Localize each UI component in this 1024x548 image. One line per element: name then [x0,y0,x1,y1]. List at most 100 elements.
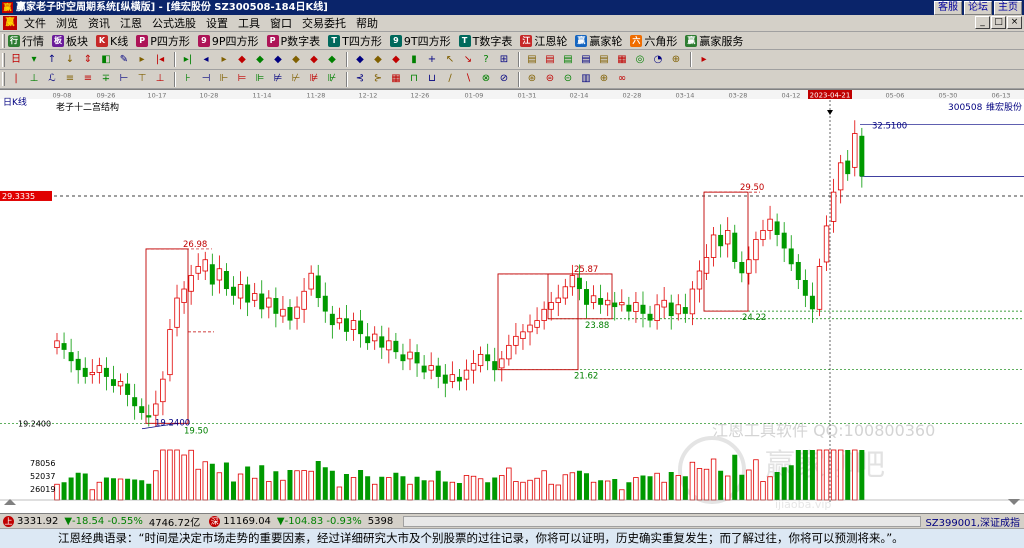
draw-tool-1-icon[interactable]: ▾ [26,52,42,68]
gann-tool-25-icon[interactable]: ⊗ [478,71,494,87]
draw-tool-33-icon[interactable]: ◎ [632,52,648,68]
gann-tool-29-icon[interactable]: ⊝ [560,71,576,87]
toolbar-button-quote-grid[interactable]: 行行情 [8,33,44,49]
draw-tool-25-icon[interactable]: ? [478,52,494,68]
minimize-icon[interactable]: _ [975,16,990,29]
menu-news[interactable]: 资讯 [83,15,115,32]
menu-gann[interactable]: 江恩 [115,15,147,32]
menu-formula-select[interactable]: 公式选股 [147,15,201,32]
gann-tool-32-icon[interactable]: ∞ [614,71,630,87]
draw-tool-9-icon[interactable]: ▸| [180,52,196,68]
gann-tool-22-icon[interactable]: ⊔ [424,71,440,87]
draw-tool-8-icon[interactable]: |◂ [152,52,168,68]
gann-tool-15-icon[interactable]: ⊬ [288,71,304,87]
draw-tool-19-icon[interactable]: ◆ [370,52,386,68]
gann-tool-18-icon[interactable]: ⊰ [352,71,368,87]
draw-tool-24-icon[interactable]: ↘ [460,52,476,68]
gann-tool-20-icon[interactable]: ▦ [388,71,404,87]
draw-tool-11-icon[interactable]: ▸ [216,52,232,68]
toolbar-button-t-square[interactable]: T T四方形 [328,33,382,49]
toolbar-button-service[interactable]: 赢赢家服务 [685,33,743,49]
draw-tool-34-icon[interactable]: ◔ [650,52,666,68]
status-scroll[interactable] [403,515,922,527]
gann-tool-6-icon[interactable]: ⊢ [116,71,132,87]
menu-help[interactable]: 帮助 [351,15,383,32]
gann-tool-23-icon[interactable]: ∕ [442,71,458,87]
toolbar-button-sector[interactable]: 板板块 [52,33,88,49]
toolbar-button-9t-square[interactable]: 9 9T四方形 [389,33,451,49]
menu-window[interactable]: 窗口 [265,15,297,32]
menu-logo-icon[interactable]: 赢 [3,16,17,30]
draw-tool-16-icon[interactable]: ◆ [306,52,322,68]
gann-tool-4-icon[interactable]: ≡ [80,71,96,87]
restore-icon[interactable]: □ [991,16,1006,29]
gann-tool-0-icon[interactable]: | [8,71,24,87]
gann-tool-13-icon[interactable]: ⊫ [252,71,268,87]
draw-tool-29-icon[interactable]: ▤ [560,52,576,68]
gann-tool-2-icon[interactable]: ℒ [44,71,60,87]
draw-tool-13-icon[interactable]: ◆ [252,52,268,68]
gann-tool-8-icon[interactable]: ⊥ [152,71,168,87]
gann-tool-7-icon[interactable]: ⊤ [134,71,150,87]
gann-tool-28-icon[interactable]: ⊜ [542,71,558,87]
draw-tool-10-icon[interactable]: ◂ [198,52,214,68]
draw-tool-21-icon[interactable]: ▮ [406,52,422,68]
draw-tool-22-icon[interactable]: + [424,52,440,68]
draw-tool-27-icon[interactable]: ▤ [524,52,540,68]
draw-tool-17-icon[interactable]: ◆ [324,52,340,68]
toolbar-button-winner-wheel[interactable]: 赢赢家轮 [575,33,622,49]
toolbar-button-9p-square[interactable]: 9 9P四方形 [197,33,259,49]
draw-tool-35-icon[interactable]: ⊕ [668,52,684,68]
gann-tool-12-icon[interactable]: ⊨ [234,71,250,87]
gann-tool-30-icon[interactable]: ▥ [578,71,594,87]
draw-tool-26-icon[interactable]: ⊞ [496,52,512,68]
kline-chart-canvas[interactable]: 09-08 09-26 10-17 10-28 11-14 11-28 12-12 12-26… [0,90,1024,514]
gann-tool-1-icon[interactable]: ⊥ [26,71,42,87]
toolbar-button-kline[interactable]: K K线 [96,33,128,49]
toolbar-button-hexagon[interactable]: 六六角形 [630,33,677,49]
draw-tool-30-icon[interactable]: ▤ [578,52,594,68]
gann-tool-16-icon[interactable]: ⊯ [306,71,322,87]
draw-tool-7-icon[interactable]: ▸ [134,52,150,68]
gann-tool-17-icon[interactable]: ⊮ [324,71,340,87]
gann-tool-5-icon[interactable]: ∓ [98,71,114,87]
toolbar-grip[interactable] [2,33,5,48]
menu-tools[interactable]: 工具 [233,15,265,32]
draw-tool-0-icon[interactable]: 日 [8,52,24,68]
gann-tool-24-icon[interactable]: ∖ [460,71,476,87]
draw-tool-15-icon[interactable]: ◆ [288,52,304,68]
homepage-link[interactable]: 主页 [994,1,1022,15]
gann-tool-31-icon[interactable]: ⊕ [596,71,612,87]
draw-tool-12-icon[interactable]: ◆ [234,52,250,68]
gann-tool-9-icon[interactable]: ⊦ [180,71,196,87]
gann-tool-26-icon[interactable]: ⊘ [496,71,512,87]
draw-tool-2-icon[interactable]: ↑ [44,52,60,68]
kline-chart[interactable]: 09-08 09-26 10-17 10-28 11-14 11-28 12-12 12-26… [0,89,1024,513]
gann-tool-21-icon[interactable]: ⊓ [406,71,422,87]
gann-tool-11-icon[interactable]: ⊩ [216,71,232,87]
gann-tool-10-icon[interactable]: ⊣ [198,71,214,87]
gann-tool-27-icon[interactable]: ⊛ [524,71,540,87]
menu-browse[interactable]: 浏览 [51,15,83,32]
menu-settings[interactable]: 设置 [201,15,233,32]
toolbar-button-p-square[interactable]: P P四方形 [136,33,190,49]
gann-tool-3-icon[interactable]: ≡ [62,71,78,87]
draw-tool-23-icon[interactable]: ↖ [442,52,458,68]
draw-tool-5-icon[interactable]: ◧ [98,52,114,68]
toolbar-button-t-number-table[interactable]: T T数字表 [458,33,512,49]
toolbar-grip[interactable] [2,72,5,86]
customer-service-link[interactable]: 客服 [934,1,962,15]
toolbar-button-gann-wheel[interactable]: 江江恩轮 [520,33,567,49]
draw-tool-31-icon[interactable]: ▤ [596,52,612,68]
close-icon[interactable]: × [1007,16,1022,29]
draw-tool-36-icon[interactable]: ▸ [696,52,712,68]
menu-trade[interactable]: 交易委托 [297,15,351,32]
gann-tool-19-icon[interactable]: ⊱ [370,71,386,87]
draw-tool-32-icon[interactable]: ▦ [614,52,630,68]
draw-tool-14-icon[interactable]: ◆ [270,52,286,68]
draw-tool-3-icon[interactable]: ↓ [62,52,78,68]
draw-tool-18-icon[interactable]: ◆ [352,52,368,68]
draw-tool-28-icon[interactable]: ▤ [542,52,558,68]
toolbar-grip[interactable] [2,52,5,67]
menu-file[interactable]: 文件 [19,15,51,32]
